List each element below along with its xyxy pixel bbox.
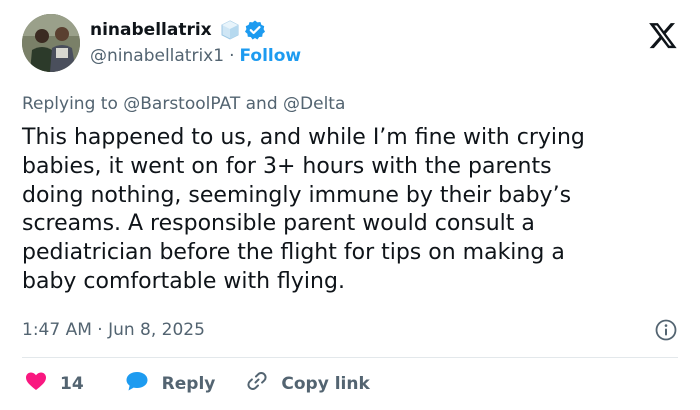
like-button[interactable]: 14	[24, 369, 84, 398]
reply-label: Reply	[161, 373, 216, 394]
copy-link-label: Copy link	[281, 373, 370, 394]
tweet-text: This happened to us, and while I’m fine …	[22, 125, 585, 294]
display-name[interactable]: ninabellatrix	[90, 20, 212, 40]
user-identity: ninabellatrix @ninabellatrix1 · Follow	[90, 17, 301, 69]
divider	[22, 357, 678, 358]
tweet-card: ninabellatrix @ninabellatrix1 · Follow R…	[0, 0, 700, 410]
tweet-header: ninabellatrix @ninabellatrix1 · Follow	[22, 14, 301, 72]
copy-link-button[interactable]: Copy link	[245, 369, 370, 398]
timestamp[interactable]: 1:47 AM · Jun 8, 2025	[22, 320, 205, 340]
speech-bubble-icon	[124, 369, 150, 398]
verified-badge-icon	[244, 19, 266, 41]
reply-context: Replying to @BarstoolPAT and @Delta	[22, 94, 345, 114]
info-icon[interactable]	[654, 318, 678, 342]
avatar[interactable]	[22, 14, 80, 72]
reply-button[interactable]: Reply	[124, 369, 216, 398]
reply-joiner: and	[245, 94, 278, 114]
link-icon	[245, 369, 269, 398]
user-handle[interactable]: @ninabellatrix1	[90, 46, 224, 66]
reply-prefix: Replying to	[22, 94, 118, 114]
tweet-meta: 1:47 AM · Jun 8, 2025	[22, 318, 678, 342]
heart-icon	[24, 369, 48, 398]
follow-button[interactable]: Follow	[239, 46, 301, 66]
mention-link[interactable]: @BarstoolPAT	[123, 94, 240, 114]
action-bar: 14 Reply Copy link	[24, 369, 370, 398]
x-logo-icon[interactable]	[648, 20, 678, 50]
separator-dot: ·	[229, 46, 235, 66]
like-count: 14	[60, 373, 84, 394]
ice-cube-icon	[219, 19, 241, 41]
mention-link[interactable]: @Delta	[283, 94, 345, 114]
